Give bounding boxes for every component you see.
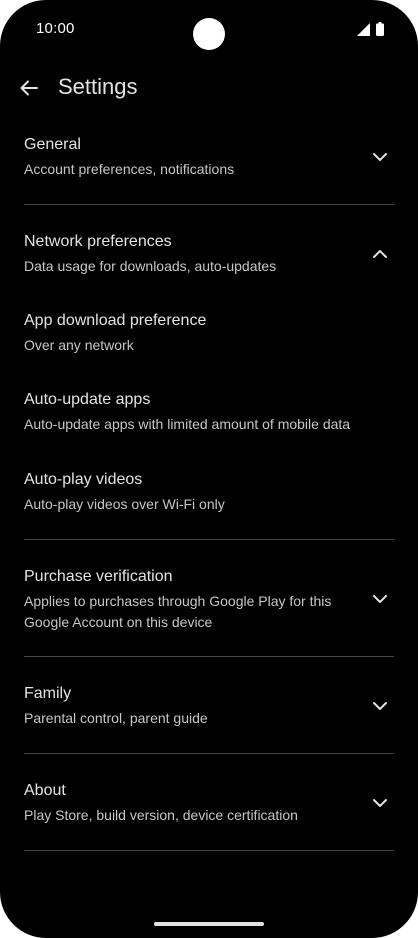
setting-auto-play-videos[interactable]: Auto-play videos Auto-play videos over W… <box>24 469 394 521</box>
section-title: Network preferences <box>24 233 172 250</box>
section-about[interactable]: About Play Store, build version, device … <box>24 780 394 832</box>
battery-icon <box>376 22 384 36</box>
setting-title: Auto-play videos <box>24 471 143 488</box>
camera-cutout <box>193 18 225 50</box>
back-button[interactable] <box>14 73 44 103</box>
chevron-up-icon[interactable] <box>370 244 390 264</box>
signal-icon <box>357 22 370 36</box>
chevron-down-icon[interactable] <box>370 696 390 716</box>
setting-title: Auto-update apps <box>24 391 151 408</box>
section-title: General <box>24 136 81 153</box>
page-title: Settings <box>58 74 138 99</box>
divider <box>24 539 394 540</box>
status-bar: 10:00 <box>0 0 418 58</box>
status-time: 10:00 <box>36 20 75 37</box>
divider <box>24 204 394 205</box>
divider <box>24 753 394 754</box>
phone-screen: 10:00 Settings General Account preferenc… <box>0 0 418 938</box>
chevron-down-icon[interactable] <box>370 589 390 609</box>
section-network-preferences[interactable]: Network preferences Data usage for downl… <box>24 231 394 283</box>
section-purchase-verification[interactable]: Purchase verification Applies to purchas… <box>24 566 394 632</box>
chevron-down-icon[interactable] <box>370 793 390 813</box>
section-subtitle: Play Store, build version, device certif… <box>24 807 298 823</box>
home-indicator[interactable] <box>154 922 264 926</box>
divider <box>24 850 394 851</box>
setting-app-download-preference[interactable]: App download preference Over any network <box>24 310 394 362</box>
status-icons <box>357 22 384 36</box>
setting-subtitle: Auto-update apps with limited amount of … <box>24 416 351 432</box>
setting-subtitle: Auto-play videos over Wi-Fi only <box>24 496 225 512</box>
setting-auto-update-apps[interactable]: Auto-update apps Auto-update apps with l… <box>24 389 394 441</box>
section-subtitle-line: Google Account on this device <box>24 614 213 630</box>
section-subtitle: Parental control, parent guide <box>24 710 208 726</box>
section-subtitle-line: Applies to purchases through Google Play… <box>24 593 332 609</box>
section-family[interactable]: Family Parental control, parent guide <box>24 683 394 735</box>
section-general[interactable]: General Account preferences, notificatio… <box>24 134 394 186</box>
section-title: About <box>24 782 66 799</box>
arrow-back-icon <box>20 80 38 96</box>
setting-title: App download preference <box>24 312 207 329</box>
section-title: Purchase verification <box>24 568 173 585</box>
section-title: Family <box>24 685 72 702</box>
section-subtitle: Account preferences, notifications <box>24 161 235 177</box>
divider <box>24 656 394 657</box>
section-subtitle: Applies to purchases through Google Play… <box>24 591 394 633</box>
app-bar: Settings <box>0 62 418 114</box>
section-subtitle: Data usage for downloads, auto-updates <box>24 258 277 274</box>
setting-subtitle: Over any network <box>24 337 134 353</box>
chevron-down-icon[interactable] <box>370 147 390 167</box>
